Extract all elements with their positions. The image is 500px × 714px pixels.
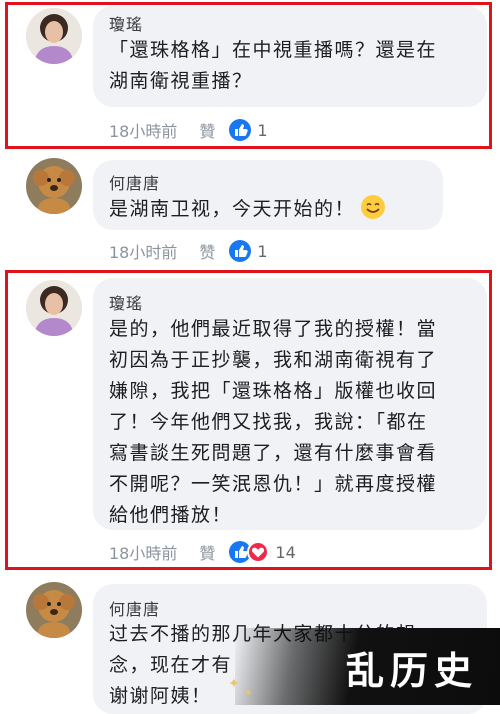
comment-author-4[interactable]: 何唐唐	[109, 596, 160, 620]
comment-text-4-line-3: 谢谢阿姨！	[109, 685, 212, 707]
comment-author-2[interactable]: 何唐唐	[109, 170, 160, 194]
comment-text-3-line-5: 寫書談生死問題了，還有什麼事會看	[109, 442, 438, 464]
comment-text-3-line-1: 是的，他們最近取得了我的授權！當	[109, 318, 438, 340]
comment-text-1-line-2: 湖南衛視重播？	[109, 70, 253, 92]
comment-time-2[interactable]: 18小时前	[109, 239, 177, 263]
like-link-3[interactable]: 贊	[199, 540, 215, 564]
like-icon[interactable]	[229, 240, 252, 262]
smiley-emoji-icon	[361, 195, 386, 219]
reaction-count-3[interactable]: 14	[275, 543, 295, 562]
avatar-hetangtang[interactable]	[26, 582, 82, 638]
comment-meta-2: 18小时前 赞 1	[109, 239, 268, 263]
comment-time-1[interactable]: 18小時前	[109, 118, 177, 142]
comment-text-3-line-2: 初因為于正抄襲，我和湖南衛視有了	[109, 349, 438, 371]
comment-time-3[interactable]: 18小時前	[109, 540, 177, 564]
comment-author-1[interactable]: 瓊瑤	[109, 11, 143, 35]
like-icon[interactable]	[229, 119, 252, 141]
sparkle-icon: ✦	[244, 688, 253, 699]
avatar-qiongyao[interactable]	[26, 280, 82, 336]
comment-text-4-line-2: 念，现在才有	[109, 654, 233, 676]
watermark-text: 乱历史	[345, 648, 478, 693]
avatar-qiongyao[interactable]	[26, 8, 82, 64]
comment-meta-1: 18小時前 贊 1	[109, 118, 268, 142]
comment-text-3-line-7: 給他們播放！	[109, 504, 233, 526]
comment-text-1-line-1: 「還珠格格」在中視重播嗎？還是在	[109, 39, 438, 61]
comment-text-3-line-6: 不開呢？一笑泯恩仇！」就再度授權	[109, 473, 438, 495]
comment-meta-3: 18小時前 贊 14	[109, 540, 296, 564]
love-icon[interactable]	[247, 541, 270, 563]
comment-author-3[interactable]: 瓊瑤	[109, 290, 143, 314]
comment-text-2: 是湖南卫视，今天开始的！	[109, 198, 356, 220]
avatar-hetangtang[interactable]	[26, 158, 82, 214]
comment-text-3-line-4: 了！今年他們又找我，我說：「都在	[109, 411, 428, 433]
reaction-count-1[interactable]: 1	[257, 121, 267, 140]
comment-text-3-line-3: 嫌隙，我把「還珠格格」版權也收回	[109, 380, 438, 402]
comment-text-2-line-1: 是湖南卫视，今天开始的！	[109, 194, 386, 225]
like-link-2[interactable]: 赞	[199, 239, 215, 263]
like-link-1[interactable]: 贊	[199, 118, 215, 142]
reaction-count-2[interactable]: 1	[257, 242, 267, 261]
sparkle-icon: ✦	[228, 676, 240, 692]
